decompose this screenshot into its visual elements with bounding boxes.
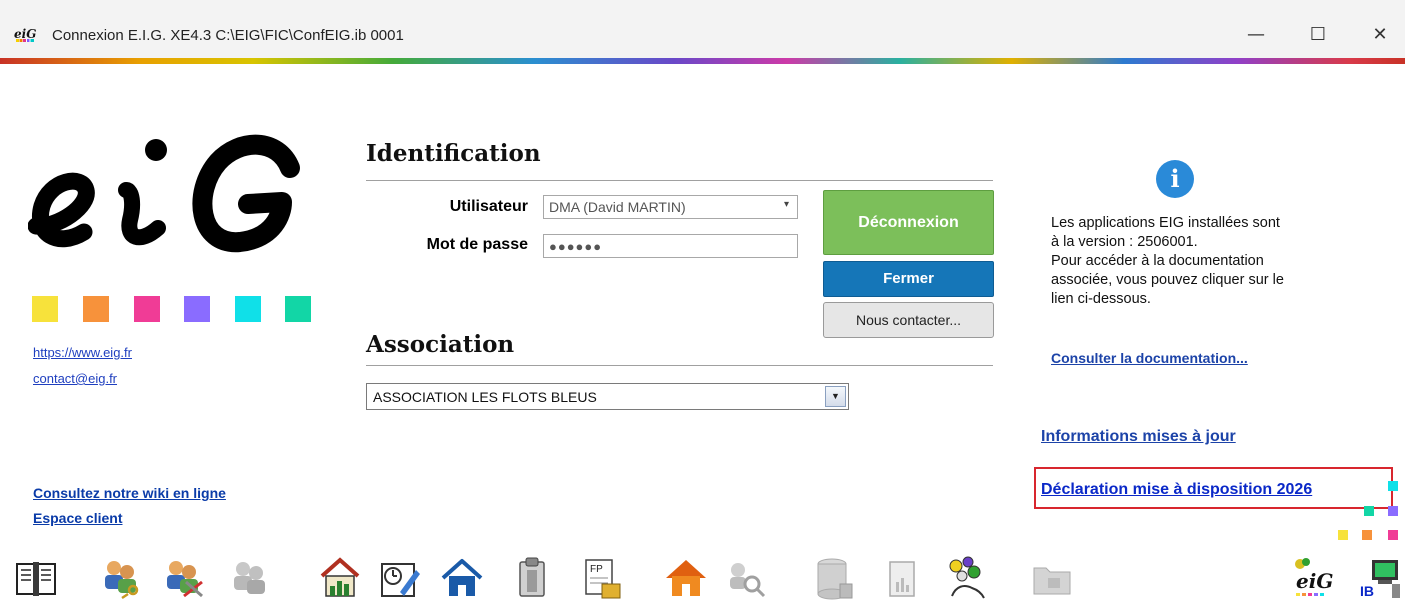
- book-icon[interactable]: [14, 556, 58, 600]
- maximize-button[interactable]: ☐: [1298, 20, 1338, 50]
- hand-dots-icon[interactable]: [944, 556, 988, 600]
- brand-square: [1362, 530, 1372, 540]
- client-space-link[interactable]: Espace client: [33, 510, 123, 526]
- close-button[interactable]: Fermer: [823, 261, 994, 297]
- declaration-link[interactable]: Déclaration mise à disposition 2026: [1041, 481, 1312, 499]
- identification-divider: [366, 180, 993, 181]
- search-grey-icon[interactable]: [724, 556, 768, 600]
- brand-square: [285, 296, 311, 322]
- rainbow-divider: [0, 58, 1405, 64]
- password-label: Mot de passe: [426, 236, 528, 253]
- updates-info-link[interactable]: Informations mises à jour: [1041, 428, 1236, 446]
- window-title: Connexion E.I.G. XE4.3 C:\EIG\FIC\ConfEI…: [52, 27, 404, 44]
- calendar-edit-icon[interactable]: [378, 556, 422, 600]
- brand-square: [134, 296, 160, 322]
- chevron-down-icon: ▾: [783, 199, 789, 210]
- user-label: Utilisateur: [449, 198, 528, 215]
- svg-text:FP: FP: [590, 564, 603, 575]
- password-field[interactable]: ●●●●●●: [543, 234, 798, 258]
- house-chart-icon[interactable]: [318, 556, 362, 600]
- dropdown-arrow-icon[interactable]: ▼: [825, 386, 846, 407]
- brand-square: [32, 296, 58, 322]
- brand-square: [1364, 506, 1374, 516]
- version-info: Les applications EIG installées sont à l…: [1051, 214, 1351, 309]
- info-line: associée, vous pouvez cliquer sur le: [1051, 272, 1284, 288]
- association-title: Association: [366, 331, 515, 358]
- app-icon: eiG: [14, 27, 37, 42]
- info-line: Pour accéder à la documentation: [1051, 253, 1264, 269]
- close-window-button[interactable]: ✕: [1360, 20, 1400, 50]
- contact-email-link[interactable]: contact@eig.fr: [33, 371, 117, 386]
- association-value: ASSOCIATION LES FLOTS BLEUS: [373, 389, 597, 405]
- brand-square: [1338, 530, 1348, 540]
- ib-computer-icon[interactable]: IB: [1358, 556, 1402, 600]
- user-select[interactable]: DMA (David MARTIN) ▾: [543, 195, 798, 219]
- ib-label: IB: [1360, 583, 1374, 599]
- contact-button[interactable]: Nous contacter...: [823, 302, 994, 338]
- document-clip-icon[interactable]: [510, 556, 554, 600]
- disconnect-button[interactable]: Déconnexion: [823, 190, 994, 255]
- user-value: DMA (David MARTIN): [549, 199, 686, 215]
- brand-square: [83, 296, 109, 322]
- info-line: à la version : 2506001.: [1051, 234, 1198, 250]
- association-select[interactable]: ASSOCIATION LES FLOTS BLEUS ▼: [366, 383, 849, 410]
- eig-logo-icon[interactable]: eiG: [1290, 556, 1334, 600]
- brand-square: [1388, 506, 1398, 516]
- folder-grey-icon[interactable]: [1030, 556, 1074, 600]
- wiki-link[interactable]: Consultez notre wiki en ligne: [33, 485, 226, 501]
- document-grey-icon[interactable]: [880, 556, 924, 600]
- users-key-icon[interactable]: [100, 556, 144, 600]
- users-grey-icon[interactable]: [228, 556, 272, 600]
- fp-document-icon[interactable]: FP: [580, 556, 624, 600]
- house-orange-icon[interactable]: [664, 556, 708, 600]
- website-link[interactable]: https://www.eig.fr: [33, 345, 132, 360]
- brand-square: [1388, 481, 1398, 491]
- home-icon[interactable]: [440, 556, 484, 600]
- documentation-link[interactable]: Consulter la documentation...: [1051, 350, 1248, 366]
- info-line: Les applications EIG installées sont: [1051, 215, 1280, 231]
- identification-title: Identification: [366, 140, 541, 167]
- info-line: lien ci-dessous.: [1051, 291, 1151, 307]
- info-icon: i: [1156, 160, 1194, 198]
- server-grey-icon[interactable]: [812, 556, 856, 600]
- title-bar: eiG Connexion E.I.G. XE4.3 C:\EIG\FIC\Co…: [0, 0, 1405, 62]
- eig-logo: [28, 134, 300, 253]
- password-value: ●●●●●●: [549, 239, 603, 254]
- brand-square: [1388, 530, 1398, 540]
- brand-square: [184, 296, 210, 322]
- users-tools-icon[interactable]: [162, 556, 206, 600]
- association-divider: [366, 365, 993, 366]
- brand-square: [235, 296, 261, 322]
- minimize-button[interactable]: —: [1236, 20, 1276, 50]
- eig-logo-label: eiG: [1296, 569, 1333, 593]
